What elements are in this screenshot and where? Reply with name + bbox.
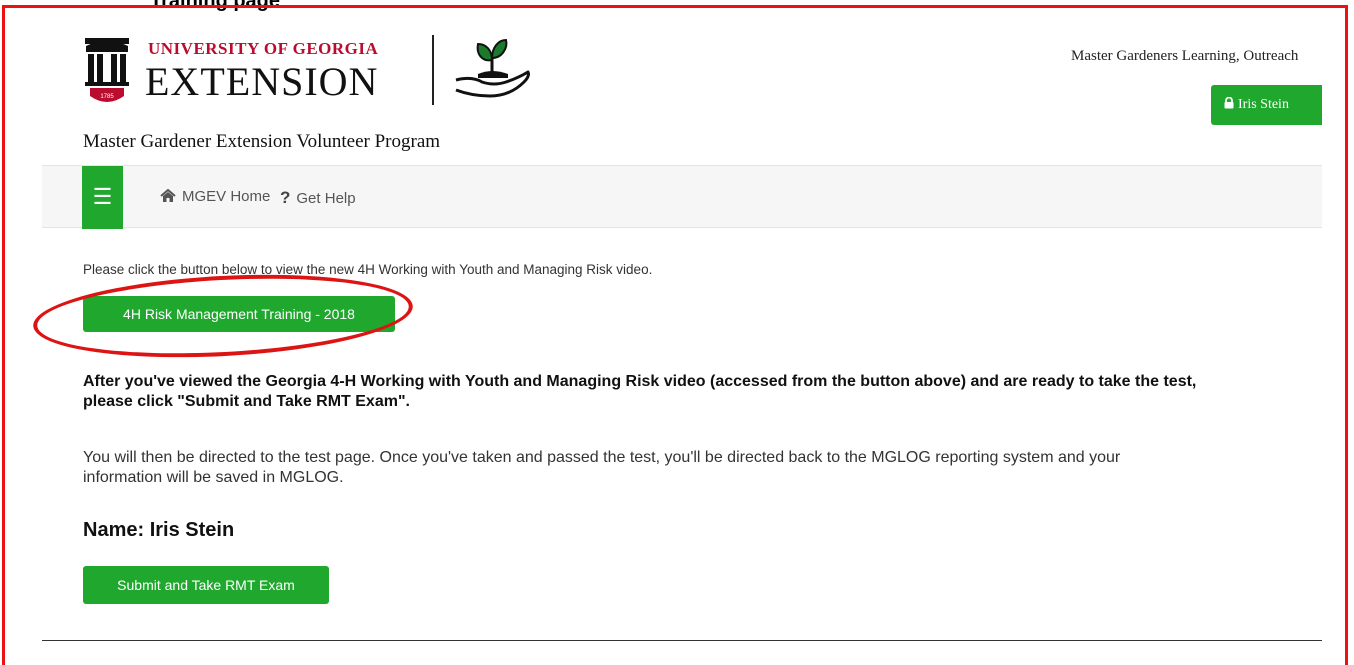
annotation-frame xyxy=(2,5,1348,665)
